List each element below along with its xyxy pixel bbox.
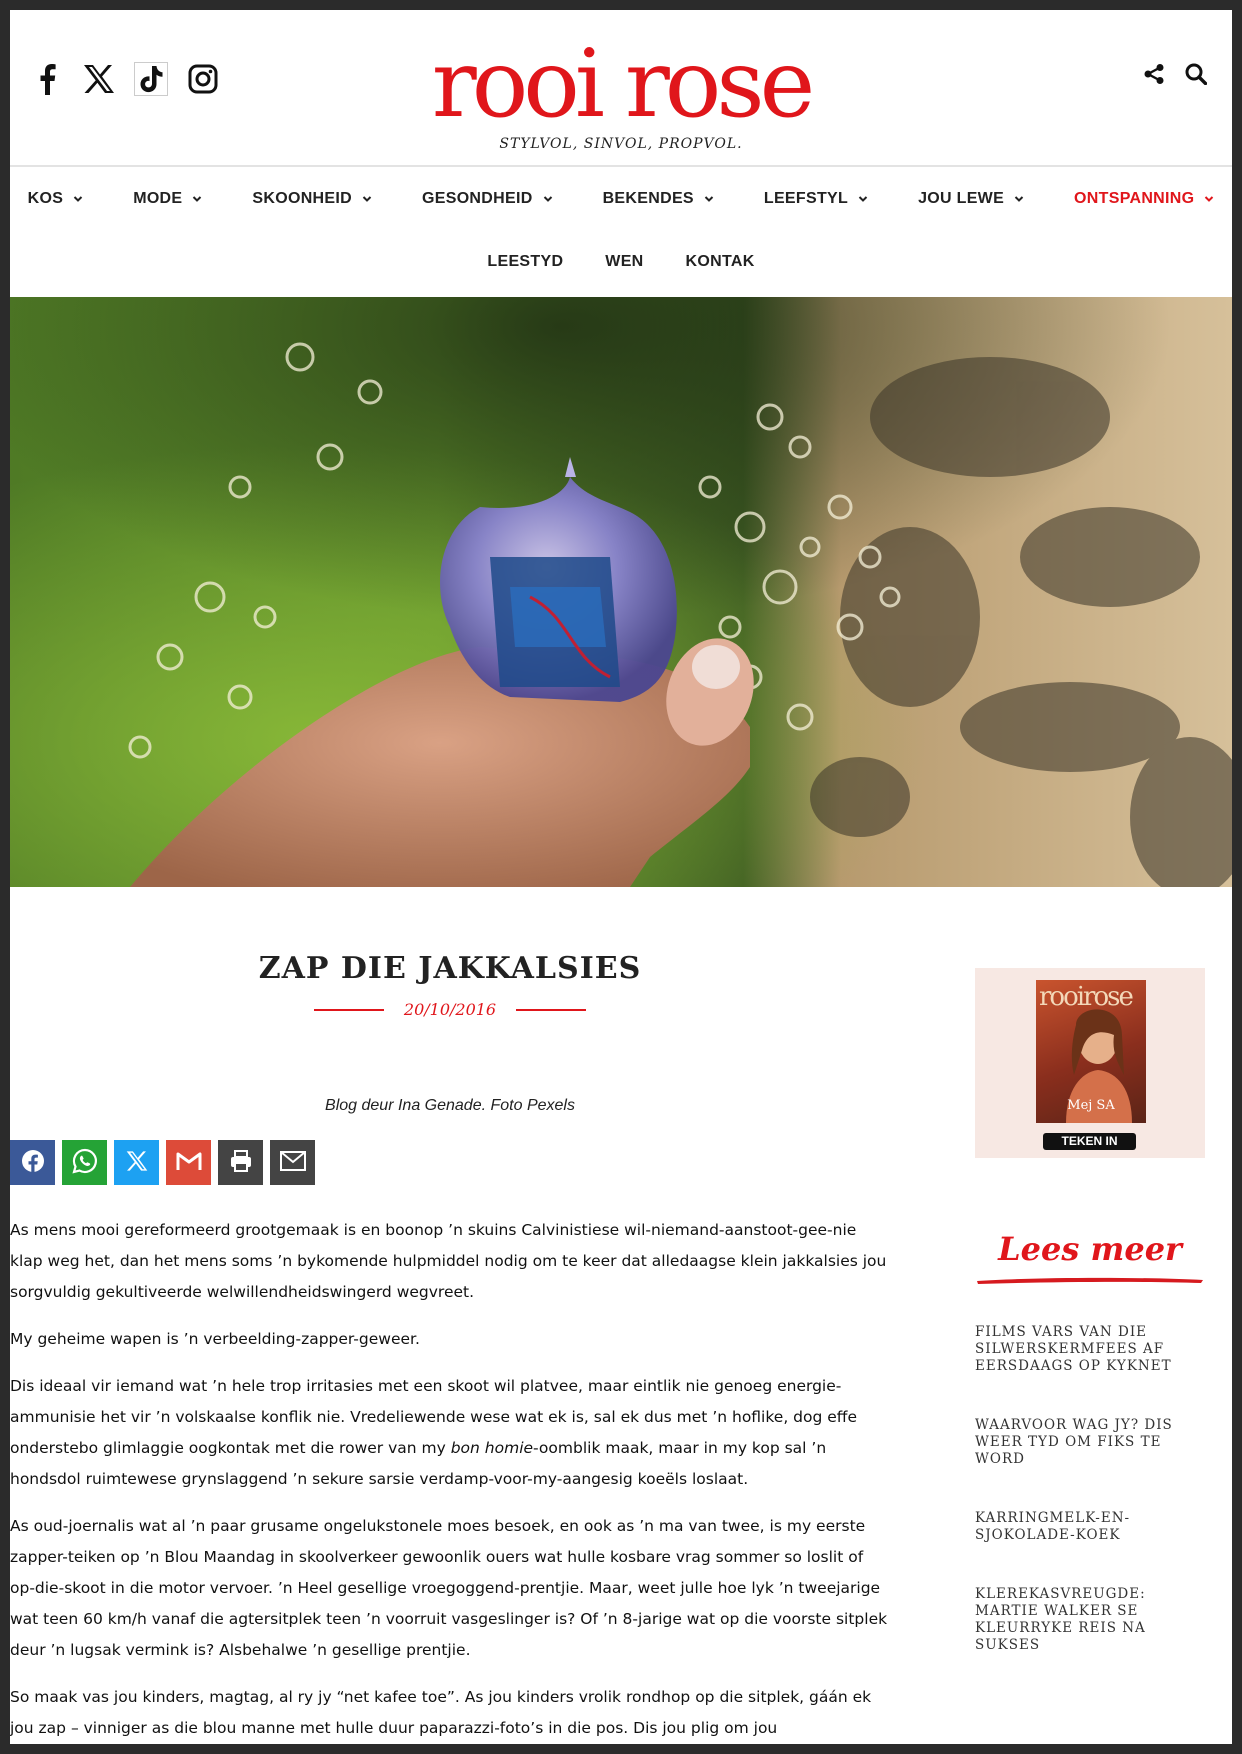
paragraph: As oud-joernalis wat al ’n paar grusame …	[10, 1517, 888, 1659]
nav-row-secondary: LEESTYD WEN KONTAK	[10, 229, 1232, 295]
chevron-down-icon	[704, 194, 714, 204]
nav-item-jou-lewe[interactable]: JOU LEWE	[918, 190, 1024, 208]
chevron-down-icon	[1014, 194, 1024, 204]
nav-item-label: BEKENDES	[602, 190, 694, 207]
share-icon[interactable]	[1142, 62, 1166, 86]
chevron-down-icon	[362, 194, 372, 204]
read-more-link[interactable]: FILMS VARS VAN DIE SILWERSKERMFEES AF EE…	[975, 1324, 1205, 1375]
nav-item-label: JOU LEWE	[918, 190, 1005, 207]
chevron-down-icon	[858, 194, 868, 204]
paragraph: Dis ideaal vir iemand wat ’n hele trop i…	[10, 1371, 890, 1495]
nav-item-label: WEN	[605, 253, 644, 270]
share-email-button[interactable]	[270, 1140, 315, 1185]
sidebar: rooirose Mej SA TEKEN IN Lees meer FILMS…	[975, 968, 1205, 1696]
brush-underline	[975, 1270, 1205, 1284]
cover-headline: Mej SA	[1067, 1098, 1115, 1113]
subscribe-button[interactable]: TEKEN IN	[1043, 1133, 1136, 1150]
read-more-link[interactable]: KLEREKASVREUGDE: MARTIE WALKER SE KLEURR…	[975, 1586, 1205, 1654]
subscription-ad[interactable]: rooirose Mej SA TEKEN IN	[975, 968, 1205, 1158]
emphasis-text: bon homie	[450, 1439, 534, 1457]
nav-item-bekendes[interactable]: BEKENDES	[603, 190, 714, 208]
read-more-list: FILMS VARS VAN DIE SILWERSKERMFEES AF EE…	[975, 1324, 1205, 1654]
nav-item-mode[interactable]: MODE	[133, 190, 202, 208]
nav-item-skoonheid[interactable]: SKOONHEID	[252, 190, 372, 208]
site-logo[interactable]: rooi rose STYLVOL, SINVOL, PROPVOL.	[10, 30, 1232, 153]
site-header: rooi rose STYLVOL, SINVOL, PROPVOL.	[10, 10, 1232, 167]
chevron-down-icon	[73, 194, 83, 204]
article-title: ZAP DIE JAKKALSIES	[258, 951, 642, 986]
nav-item-label: LEESTYD	[487, 253, 564, 270]
chevron-down-icon	[543, 194, 553, 204]
gmail-icon	[176, 1151, 202, 1175]
share-gmail-button[interactable]	[166, 1140, 211, 1185]
divider	[313, 1008, 384, 1011]
article-meta: 20/10/2016	[10, 1000, 890, 1019]
paragraph: My geheime wapen is ’n verbeelding-zappe…	[10, 1330, 420, 1348]
article-body: As mens mooi gereformeerd grootgemaak is…	[10, 1215, 890, 1744]
divider	[516, 1008, 587, 1011]
nav-item-kontak[interactable]: KONTAK	[686, 253, 755, 271]
share-bar	[10, 1140, 890, 1185]
print-button[interactable]	[218, 1140, 263, 1185]
header-tools	[1142, 62, 1208, 86]
logo-text: rooi rose	[431, 30, 815, 139]
share-x-button[interactable]	[114, 1140, 159, 1185]
article-date: 20/10/2016	[403, 1000, 497, 1019]
article: ZAP DIE JAKKALSIES 20/10/2016 Blog deur …	[10, 887, 890, 1744]
main-navigation: KOS MODE SKOONHEID GESONDHEID BEKENDES L…	[10, 167, 1232, 297]
nav-item-label: SKOONHEID	[252, 190, 352, 207]
nav-item-label: ONTSPANNING	[1074, 190, 1195, 207]
nav-item-wen[interactable]: WEN	[605, 253, 643, 271]
nav-item-label: LEEFSTYL	[763, 190, 849, 207]
magazine-cover: rooirose Mej SA	[1036, 980, 1146, 1123]
chevron-down-icon	[1204, 194, 1214, 204]
nav-row-primary: KOS MODE SKOONHEID GESONDHEID BEKENDES L…	[10, 167, 1232, 229]
nav-item-gesondheid[interactable]: GESONDHEID	[422, 190, 553, 208]
tagline: STYLVOL, SINVOL, PROPVOL.	[499, 136, 743, 152]
nav-item-kos[interactable]: KOS	[28, 190, 84, 208]
nav-item-ontspanning[interactable]: ONTSPANNING	[1074, 190, 1214, 208]
nav-item-label: MODE	[133, 190, 183, 207]
share-facebook-button[interactable]	[10, 1140, 55, 1185]
share-whatsapp-button[interactable]	[62, 1140, 107, 1185]
nav-item-leestyd[interactable]: LEESTYD	[487, 253, 563, 271]
chevron-down-icon	[192, 194, 202, 204]
search-icon[interactable]	[1184, 62, 1208, 86]
facebook-icon	[21, 1149, 45, 1177]
email-icon	[279, 1150, 306, 1175]
nav-item-leefstyl[interactable]: LEEFSTYL	[764, 190, 868, 208]
paragraph: As mens mooi gereformeerd grootgemaak is…	[10, 1221, 887, 1301]
nav-item-label: KONTAK	[685, 253, 755, 270]
page: rooi rose STYLVOL, SINVOL, PROPVOL. KOS …	[10, 10, 1232, 1744]
image-caption: Blog deur Ina Genade. Foto Pexels	[325, 1097, 575, 1114]
nav-item-label: GESONDHEID	[422, 190, 533, 207]
read-more-heading: Lees meer	[998, 1230, 1182, 1268]
read-more-link[interactable]: KARRINGMELK-EN-SJOKOLADE-KOEK	[975, 1510, 1205, 1544]
print-icon	[229, 1149, 253, 1177]
nav-item-label: KOS	[27, 190, 64, 207]
paragraph: So maak vas jou kinders, magtag, al ry j…	[10, 1688, 872, 1737]
x-icon	[126, 1150, 148, 1176]
whatsapp-icon	[71, 1148, 98, 1178]
read-more-link[interactable]: WAARVOOR WAG JY? DIS WEER TYD OM FIKS TE…	[975, 1417, 1205, 1468]
hero-image	[10, 297, 1232, 887]
